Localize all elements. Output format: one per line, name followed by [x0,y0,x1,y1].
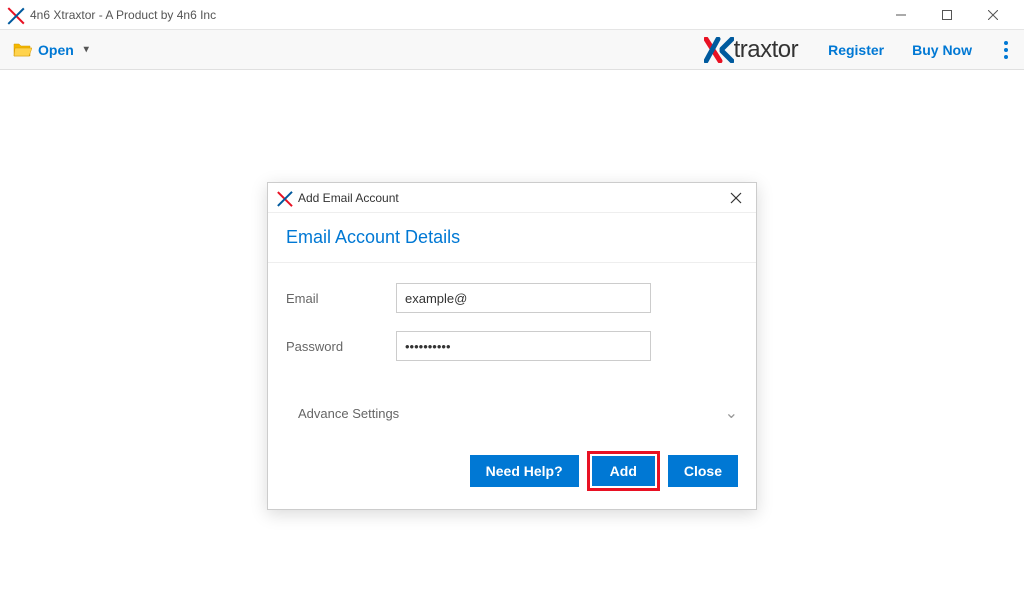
app-icon [8,7,24,23]
dialog-app-icon [278,191,292,205]
close-button[interactable]: Close [668,455,738,487]
buy-now-link[interactable]: Buy Now [912,42,972,58]
email-field[interactable] [396,283,651,313]
folder-icon [12,42,32,58]
password-field[interactable] [396,331,651,361]
email-label: Email [286,291,396,306]
minimize-button[interactable] [878,0,924,30]
add-button-highlight: Add [587,451,660,491]
close-window-button[interactable] [970,0,1016,30]
brand-text: traxtor [734,36,799,64]
open-button[interactable]: Open ▾ [12,42,89,58]
register-link[interactable]: Register [828,42,884,58]
advance-settings-toggle[interactable]: Advance Settings ⌄ [268,389,756,437]
dialog-close-button[interactable] [726,188,746,208]
need-help-button[interactable]: Need Help? [470,455,579,487]
dialog-footer: Need Help? Add Close [268,437,756,509]
maximize-button[interactable] [924,0,970,30]
titlebar: 4n6 Xtraxtor - A Product by 4n6 Inc [0,0,1024,30]
brand-logo: traxtor [704,36,799,64]
dialog-window-title: Add Email Account [298,191,726,205]
brand-x-icon [704,37,734,63]
advance-settings-label: Advance Settings [298,406,725,421]
dropdown-arrow-icon: ▾ [84,44,89,55]
window-title: 4n6 Xtraxtor - A Product by 4n6 Inc [30,8,878,22]
password-row: Password [286,331,738,361]
open-label: Open [38,42,74,58]
more-menu-button[interactable] [1000,37,1012,63]
password-label: Password [286,339,396,354]
window-controls [878,0,1016,30]
add-button[interactable]: Add [592,456,655,486]
dialog-header: Email Account Details [268,213,756,263]
email-row: Email [286,283,738,313]
toolbar: Open ▾ traxtor Register Buy Now [0,30,1024,70]
dialog-titlebar: Add Email Account [268,183,756,213]
chevron-down-icon: ⌄ [725,403,738,423]
dialog-body: Email Password [268,263,756,389]
add-email-account-dialog: Add Email Account Email Account Details … [267,182,757,510]
close-icon [730,192,742,204]
